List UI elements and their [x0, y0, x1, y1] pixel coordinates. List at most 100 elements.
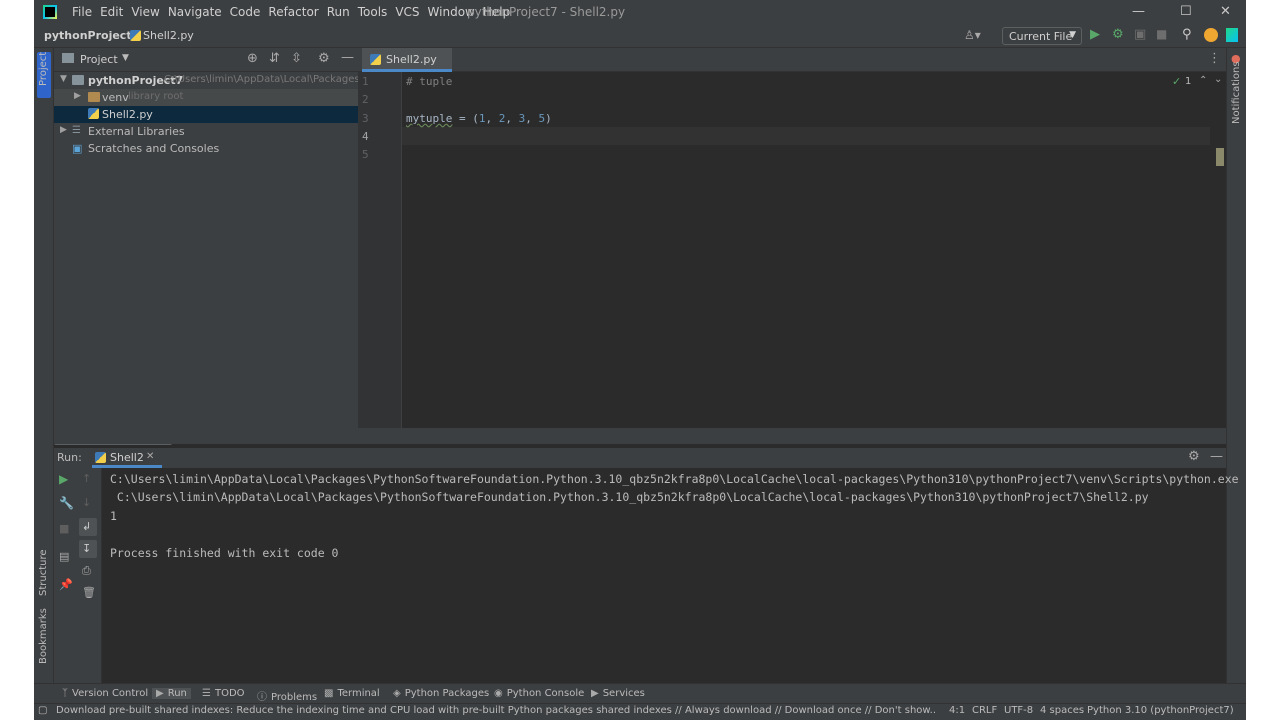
layout-icon[interactable]: ▤ — [59, 550, 69, 563]
tab-python-console[interactable]: ◉ Python Console — [494, 688, 584, 699]
chevron-down-icon[interactable]: ▼ — [122, 53, 129, 63]
print-icon[interactable]: ⎙ — [82, 564, 91, 578]
menu-tools[interactable]: Tools — [358, 5, 388, 19]
expand-all-icon[interactable]: ⇵ — [269, 51, 280, 66]
breadcrumb-project[interactable]: pythonProject7 — [44, 29, 139, 42]
scroll-to-end-icon[interactable]: ↧ — [82, 542, 91, 555]
chevron-down-icon[interactable]: ⌄ — [1214, 74, 1222, 85]
caret-position[interactable]: 4:1 — [949, 705, 965, 716]
panel-splitter[interactable] — [54, 428, 1226, 444]
external-libraries-label: External Libraries — [88, 125, 185, 138]
tree-item-venv[interactable]: ▶ venv library root — [54, 89, 358, 106]
menu-code[interactable]: Code — [230, 5, 261, 19]
status-bar: ▢ Download pre-built shared indexes: Red… — [34, 703, 1246, 720]
menu-vcs[interactable]: VCS — [395, 5, 419, 19]
tree-item-external-libraries[interactable]: ▶ ☰ External Libraries — [54, 123, 358, 140]
rerun-icon[interactable]: ▶ — [59, 472, 68, 486]
debug-icon[interactable]: ⚙ — [1112, 27, 1124, 42]
run-icon[interactable]: ▶ — [1090, 27, 1100, 42]
hide-panel-icon[interactable]: — — [1210, 449, 1223, 464]
user-icon[interactable]: ♙▾ — [964, 28, 981, 42]
bookmarks-tool-label[interactable]: Bookmarks — [38, 608, 49, 664]
tab-python-packages[interactable]: ◈ Python Packages — [393, 688, 489, 699]
menu-refactor[interactable]: Refactor — [268, 5, 318, 19]
chevron-down-icon[interactable]: ▼ — [60, 74, 67, 84]
chevron-down-icon: ▼ — [1069, 30, 1076, 40]
pin-icon[interactable]: 📌 — [59, 578, 73, 591]
file-encoding[interactable]: UTF-8 — [1004, 705, 1033, 716]
wrench-icon[interactable]: 🔧 — [59, 496, 74, 510]
tab-services[interactable]: ▶ Services — [591, 688, 645, 699]
stop-icon[interactable]: ■ — [59, 522, 69, 535]
comma-token: , — [505, 112, 519, 125]
update-icon[interactable] — [1204, 28, 1218, 42]
status-message[interactable]: Download pre-built shared indexes: Reduc… — [56, 705, 936, 716]
notifications-tool-label[interactable]: Notifications — [1231, 61, 1242, 124]
python-file-icon — [95, 452, 106, 463]
structure-tool-label[interactable]: Structure — [38, 549, 49, 596]
tab-problems[interactable]: ⓘ Problems — [257, 688, 317, 703]
console-line: Process finished with exit code 0 — [110, 546, 339, 560]
menu-file[interactable]: File — [72, 5, 92, 19]
more-icon[interactable]: ⋮ — [1208, 51, 1221, 66]
status-widget-icon[interactable]: ▢ — [38, 705, 47, 716]
minimize-icon[interactable]: — — [1132, 4, 1145, 19]
arrow-up-icon[interactable]: ↑ — [82, 472, 91, 485]
line-number: 2 — [362, 93, 369, 106]
menu-view[interactable]: View — [131, 5, 159, 19]
tab-shell2[interactable]: Shell2.py — [362, 48, 452, 72]
arrow-down-icon[interactable]: ↓ — [82, 496, 91, 509]
scroll-thumb[interactable] — [1216, 148, 1224, 166]
close-icon[interactable]: ✕ — [146, 451, 154, 462]
close-icon[interactable]: ✕ — [1220, 4, 1231, 19]
chevron-right-icon[interactable]: ▶ — [74, 91, 81, 101]
tab-terminal[interactable]: ▩ Terminal — [324, 688, 380, 699]
stop-icon[interactable]: ■ — [1156, 27, 1167, 41]
tree-item-scratches[interactable]: ▣ Scratches and Consoles — [54, 140, 358, 157]
tab-label: Python Console — [506, 688, 585, 699]
locate-icon[interactable]: ⊕ — [247, 51, 258, 66]
tree-item-root[interactable]: ▼ pythonProject7 C:\Users\limin\AppData\… — [54, 72, 379, 89]
plugin-icon[interactable] — [1226, 28, 1238, 42]
gear-icon[interactable]: ⚙ — [318, 51, 330, 66]
search-icon[interactable]: ⚲ — [1182, 27, 1192, 42]
todo-icon: ☰ — [202, 688, 211, 699]
tab-label: Shell2.py — [386, 53, 437, 66]
line-number: 4 — [362, 130, 369, 143]
breadcrumb-file[interactable]: Shell2.py — [143, 29, 194, 42]
gear-icon[interactable]: ⚙ — [1188, 449, 1200, 464]
chevron-right-icon[interactable]: ▶ — [60, 125, 67, 135]
hide-panel-icon[interactable]: — — [341, 50, 354, 65]
menu-run[interactable]: Run — [327, 5, 350, 19]
services-icon: ▶ — [591, 688, 599, 699]
check-icon[interactable]: ✓ — [1172, 75, 1181, 88]
inspection-count[interactable]: 1 — [1185, 76, 1191, 87]
collapse-all-icon[interactable]: ⇳ — [291, 51, 302, 66]
tab-todo[interactable]: ☰ TODO — [202, 688, 245, 699]
run-console[interactable]: C:\Users\limin\AppData\Local\Packages\Py… — [102, 468, 1239, 683]
soft-wrap-icon[interactable]: ↲ — [82, 520, 91, 533]
tab-label: Run — [167, 688, 187, 699]
python-interpreter[interactable]: Python 3.10 (pythonProject7) — [1087, 705, 1234, 716]
run-tab-shell2[interactable]: Shell2 — [110, 451, 144, 464]
trash-icon[interactable]: 🗑 — [82, 586, 96, 599]
line-separator[interactable]: CRLF — [972, 705, 997, 716]
tab-version-control[interactable]: ᛉ Version Control — [62, 688, 148, 699]
coverage-icon[interactable]: ▣ — [1134, 27, 1146, 42]
paren-token: ( — [472, 112, 479, 125]
tab-run[interactable]: ▶ Run — [152, 688, 191, 699]
current-line-highlight — [402, 127, 1210, 145]
editor-scrollbar[interactable]: ⌄ — [1210, 72, 1226, 428]
code-editor[interactable]: # tuple mytuple = (1, 2, 3, 5) ✓ 1 ⌃ — [402, 72, 1210, 428]
maximize-icon[interactable]: ☐ — [1180, 4, 1192, 19]
menu-edit[interactable]: Edit — [100, 5, 123, 19]
tree-item-shell2[interactable]: Shell2.py — [54, 106, 358, 123]
line-number: 1 — [362, 75, 369, 88]
menu-navigate[interactable]: Navigate — [168, 5, 222, 19]
project-tool-label[interactable]: Project — [38, 52, 49, 86]
project-panel-title[interactable]: Project — [80, 53, 118, 66]
project-view-icon — [62, 53, 74, 63]
run-configuration-select[interactable]: Current File ▼ — [1002, 27, 1082, 45]
indent-setting[interactable]: 4 spaces — [1040, 705, 1084, 716]
chevron-up-icon[interactable]: ⌃ — [1199, 75, 1207, 86]
